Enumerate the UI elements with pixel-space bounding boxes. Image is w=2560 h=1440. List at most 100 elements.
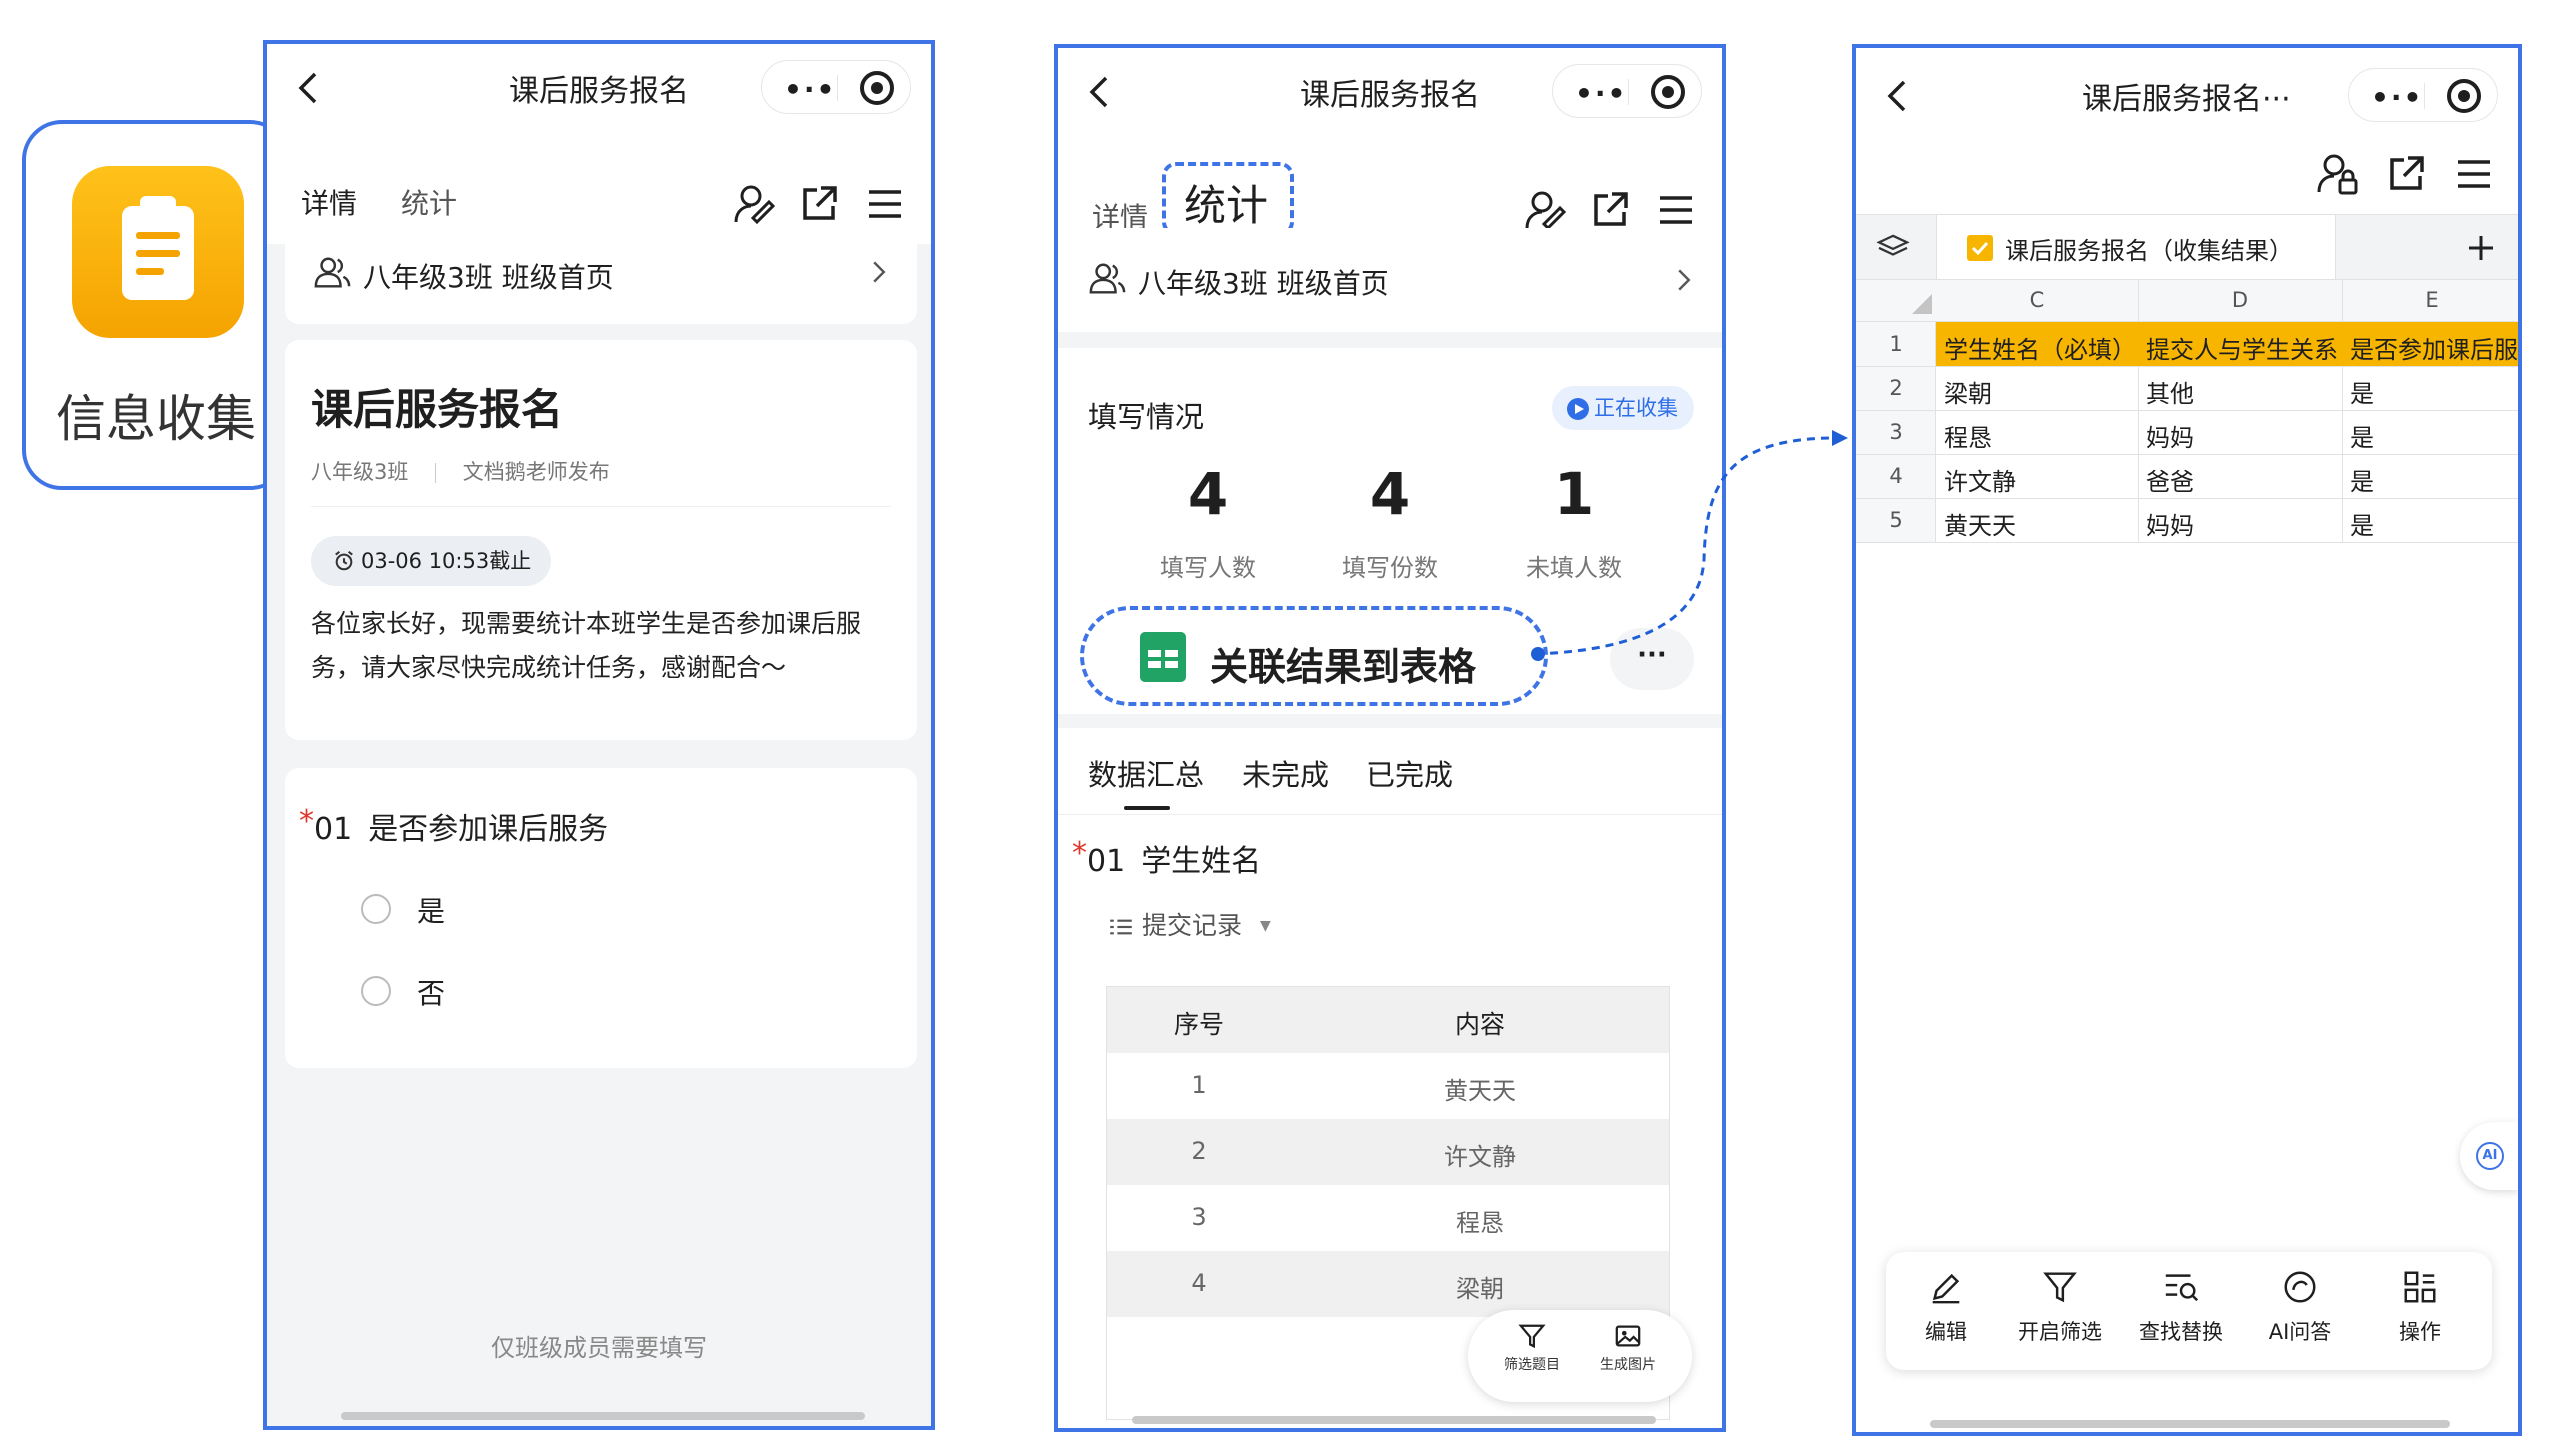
header-cell[interactable]: 是否参加课后服 <box>2350 330 2518 365</box>
subtab-summary[interactable]: 数据汇总 <box>1088 752 1204 794</box>
required-mark: * <box>1072 836 1087 871</box>
share-icon[interactable] <box>2386 154 2426 194</box>
sheet-tab-active[interactable]: 课后服务报名（收集结果） <box>1936 215 2336 279</box>
class-home-link[interactable]: 八年级3班 班级首页 <box>285 224 917 324</box>
row-index: 2 <box>1191 1137 1207 1165</box>
tab-detail[interactable]: 详情 <box>301 182 357 222</box>
row-number[interactable]: 3 <box>1856 420 1936 444</box>
filter-label: 开启筛选 <box>2018 1320 2102 1344</box>
radio-option-no[interactable] <box>361 976 391 1006</box>
sheet-cell[interactable]: 爸爸 <box>2146 462 2340 497</box>
link-to-sheet-button[interactable]: 关联结果到表格 <box>1080 606 1548 706</box>
subtab-incomplete[interactable]: 未完成 <box>1242 752 1329 794</box>
form-title: 课后服务报名 <box>311 385 564 434</box>
close-target-icon[interactable] <box>1651 75 1685 109</box>
column-header-c[interactable]: C <box>1936 288 2138 312</box>
image-icon <box>1615 1325 1641 1347</box>
filter-questions-label: 筛选题目 <box>1504 1357 1560 1373</box>
ai-qa-label: AI问答 <box>2268 1320 2332 1344</box>
tab-stats[interactable]: 统计 <box>401 182 457 222</box>
header-content: 内容 <box>1454 1010 1505 1039</box>
row-number[interactable]: 1 <box>1856 332 1936 356</box>
row-number[interactable]: 4 <box>1856 464 1936 488</box>
stat-filled-label: 填写人数 <box>1160 554 1256 582</box>
sheet-cell[interactable]: 是 <box>2350 506 2518 541</box>
app-icon-label: 信息收集 <box>56 390 256 448</box>
filter-icon <box>2043 1272 2077 1303</box>
row-number[interactable]: 2 <box>1856 376 1936 400</box>
mini-program-capsule[interactable]: •·• <box>1552 64 1702 118</box>
more-dots-icon[interactable]: •·• <box>2371 81 2423 114</box>
phone-stats-view: 课后服务报名 •·• 详情 统计 八年级3班 班级首页 填写情况 正在收集 4 … <box>1054 44 1726 1432</box>
row-content: 许文静 <box>1444 1143 1516 1171</box>
mini-program-capsule[interactable]: •·• <box>2348 68 2498 122</box>
back-arrow-icon[interactable] <box>1884 78 1914 114</box>
section-title: 填写情况 <box>1088 400 1205 434</box>
sheet-tab-label: 课后服务报名（收集结果） <box>2005 237 2293 265</box>
subtab-complete[interactable]: 已完成 <box>1366 752 1453 794</box>
close-target-icon[interactable] <box>860 71 894 105</box>
user-lock-icon[interactable] <box>2316 152 2360 196</box>
mini-program-capsule[interactable]: •·• <box>761 60 911 114</box>
more-dots-icon[interactable]: •·• <box>784 73 836 106</box>
option-yes-label: 是 <box>417 895 446 928</box>
generate-image-button[interactable]: 生成图片 <box>1586 1322 1670 1374</box>
column-header-d[interactable]: D <box>2138 288 2342 312</box>
class-home-link[interactable]: 八年级3班 班级首页 <box>1058 228 1722 332</box>
share-icon[interactable] <box>1590 190 1630 230</box>
scrollbar[interactable] <box>1930 1420 2450 1428</box>
header-cell[interactable]: 学生姓名（必填） <box>1944 330 2136 365</box>
sheet-cell[interactable]: 是 <box>2350 418 2518 453</box>
checkbox-icon <box>1967 235 1993 261</box>
status-badge: 正在收集 <box>1552 386 1694 430</box>
column-header-e[interactable]: E <box>2342 288 2518 312</box>
sheet-cell[interactable]: 是 <box>2350 462 2518 497</box>
menu-icon[interactable] <box>1658 192 1694 228</box>
ai-qa-button[interactable]: AI问答 <box>2250 1268 2350 1346</box>
row-content: 黄天天 <box>1444 1077 1516 1105</box>
find-replace-button[interactable]: 查找替换 <box>2126 1268 2236 1346</box>
sheet-cell[interactable]: 其他 <box>2146 374 2340 409</box>
edit-user-icon[interactable] <box>1524 188 1568 232</box>
table-row: 3 程恳 <box>1107 1185 1669 1251</box>
question-card: *01 是否参加课后服务 是 否 <box>285 768 917 1068</box>
sheet-cell[interactable]: 许文静 <box>1944 462 2136 497</box>
filter-questions-button[interactable]: 筛选题目 <box>1490 1322 1574 1374</box>
scrollbar[interactable] <box>341 1412 865 1420</box>
form-meta: 八年级3班 文档鹅老师发布 <box>311 456 610 486</box>
ai-assistant-button[interactable]: AI <box>2460 1122 2518 1190</box>
more-options-button[interactable]: ··· <box>1610 628 1694 690</box>
menu-icon[interactable] <box>867 186 903 222</box>
edit-user-icon[interactable] <box>733 182 777 226</box>
option-no-label: 否 <box>417 977 446 1010</box>
select-all-corner-icon[interactable] <box>1912 294 1932 314</box>
tab-stats[interactable]: 统计 <box>1184 172 1268 233</box>
add-sheet-icon[interactable] <box>2466 233 2496 263</box>
share-icon[interactable] <box>799 184 839 224</box>
sheet-cell[interactable]: 梁朝 <box>1944 374 2136 409</box>
nav-title: 课后服务报名··· <box>2082 82 2291 117</box>
edit-button[interactable]: 编辑 <box>1896 1268 1996 1346</box>
close-target-icon[interactable] <box>2447 79 2481 113</box>
radio-option-yes[interactable] <box>361 894 391 924</box>
scrollbar[interactable] <box>1132 1416 1656 1424</box>
clipboard-icon <box>72 166 244 338</box>
records-dropdown[interactable]: 提交记录 ▼ <box>1110 906 1271 942</box>
filter-button[interactable]: 开启筛选 <box>2010 1268 2110 1346</box>
layers-icon[interactable] <box>1876 233 1910 261</box>
sheet-cell[interactable]: 程恳 <box>1944 418 2136 453</box>
more-dots-icon[interactable]: •·• <box>1575 77 1627 110</box>
sheet-cell[interactable]: 妈妈 <box>2146 506 2340 541</box>
sheet-cell[interactable]: 妈妈 <box>2146 418 2340 453</box>
operations-button[interactable]: 操作 <box>2370 1268 2470 1346</box>
app-icon-card[interactable]: 信息收集 <box>22 120 290 490</box>
header-cell[interactable]: 提交人与学生关系 <box>2146 330 2340 365</box>
row-number[interactable]: 5 <box>1856 508 1936 532</box>
question-number: 01 <box>314 812 353 847</box>
sheet-cell[interactable]: 是 <box>2350 374 2518 409</box>
caret-down-icon: ▼ <box>1259 918 1271 934</box>
table-row: 2 许文静 <box>1107 1119 1669 1185</box>
menu-icon[interactable] <box>2456 156 2492 192</box>
table-row: 1 黄天天 <box>1107 1053 1669 1119</box>
sheet-cell[interactable]: 黄天天 <box>1944 506 2136 541</box>
